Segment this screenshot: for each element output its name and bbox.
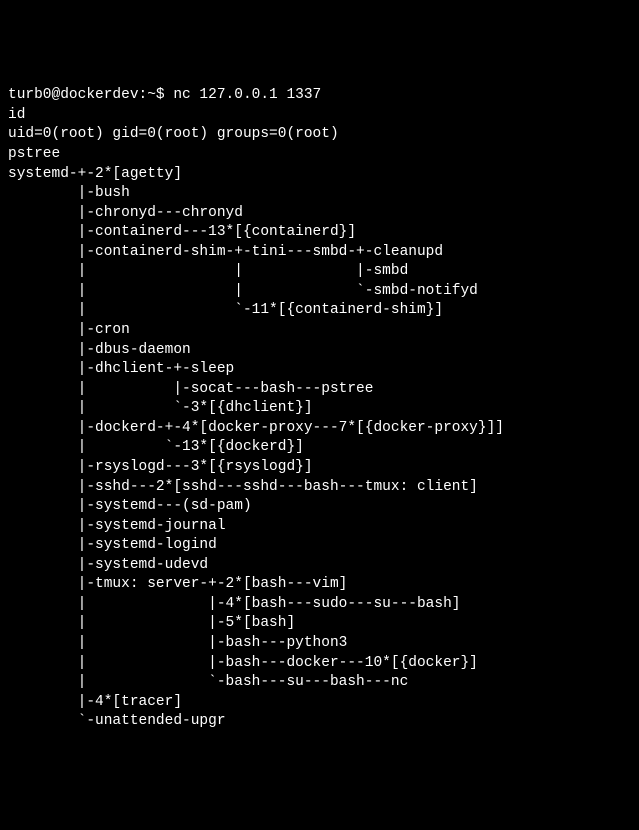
terminal-line: |-rsyslogd---3*[{rsyslogd}] (8, 458, 631, 478)
terminal-line: | `-11*[{containerd-shim}] (8, 301, 631, 321)
terminal-line: | |-bash---python3 (8, 634, 631, 654)
terminal-line: |-systemd-journal (8, 517, 631, 537)
terminal-line: | `-3*[{dhclient}] (8, 399, 631, 419)
terminal-line: | |-bash---docker---10*[{docker}] (8, 654, 631, 674)
terminal-line: `-unattended-upgr (8, 712, 631, 732)
terminal-line: |-sshd---2*[sshd---sshd---bash---tmux: c… (8, 478, 631, 498)
terminal-line: pstree (8, 145, 631, 165)
terminal-line: | `-bash---su---bash---nc (8, 673, 631, 693)
terminal-line: uid=0(root) gid=0(root) groups=0(root) (8, 125, 631, 145)
shell-prompt: turb0@dockerdev:~$ nc 127.0.0.1 1337 (8, 86, 631, 106)
terminal-line: systemd-+-2*[agetty] (8, 165, 631, 185)
terminal-line: |-4*[tracer] (8, 693, 631, 713)
terminal-line: | | |-smbd (8, 262, 631, 282)
terminal-line: |-tmux: server-+-2*[bash---vim] (8, 575, 631, 595)
terminal-line: |-dhclient-+-sleep (8, 360, 631, 380)
terminal-line: |-systemd-udevd (8, 556, 631, 576)
terminal-line: | |-4*[bash---sudo---su---bash] (8, 595, 631, 615)
terminal-line: |-dbus-daemon (8, 341, 631, 361)
terminal-line: | `-13*[{dockerd}] (8, 438, 631, 458)
terminal-line: |-systemd---(sd-pam) (8, 497, 631, 517)
terminal-line: |-containerd---13*[{containerd}] (8, 223, 631, 243)
terminal-line: |-cron (8, 321, 631, 341)
terminal-line: | |-socat---bash---pstree (8, 380, 631, 400)
terminal-line: |-systemd-logind (8, 536, 631, 556)
terminal-line: |-bush (8, 184, 631, 204)
terminal-line: |-chronyd---chronyd (8, 204, 631, 224)
terminal-line: | |-5*[bash] (8, 614, 631, 634)
terminal-line: | | `-smbd-notifyd (8, 282, 631, 302)
terminal-line: id (8, 106, 631, 126)
terminal-line: |-containerd-shim-+-tini---smbd-+-cleanu… (8, 243, 631, 263)
terminal-output[interactable]: turb0@dockerdev:~$ nc 127.0.0.1 1337idui… (8, 86, 631, 732)
terminal-line: |-dockerd-+-4*[docker-proxy---7*[{docker… (8, 419, 631, 439)
